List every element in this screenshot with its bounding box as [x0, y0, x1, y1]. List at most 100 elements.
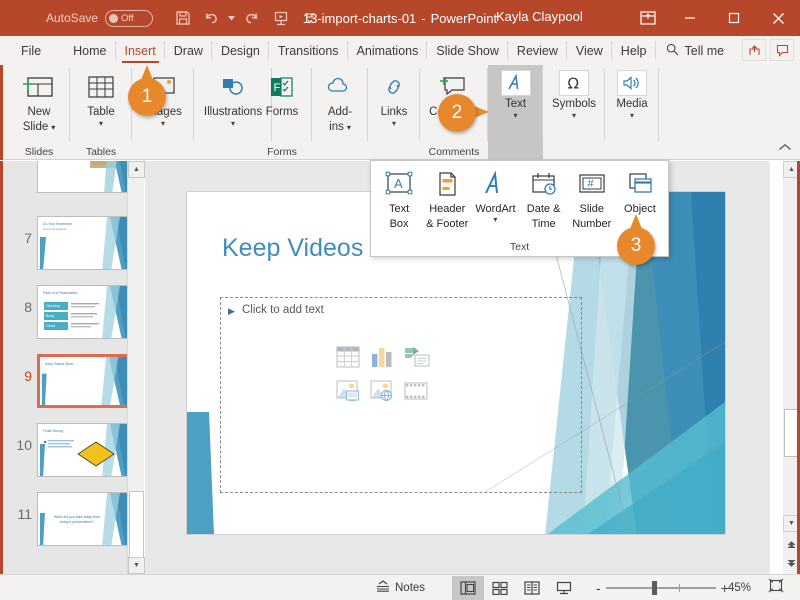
thumbnail-number: 7	[24, 230, 32, 246]
text-wordart-icon	[500, 70, 531, 96]
zoom-out-button[interactable]: -	[596, 580, 601, 596]
notes-label: Notes	[395, 581, 426, 594]
header-footer-menu-item[interactable]: Header & Footer	[423, 167, 471, 231]
chevron-down-icon[interactable]: ▾	[513, 112, 517, 120]
insert-table-icon[interactable]	[336, 346, 360, 373]
close-button[interactable]	[756, 0, 800, 36]
addins-button[interactable]: Add- ins ▾	[312, 65, 368, 134]
svg-text:#: #	[587, 178, 594, 190]
notes-button[interactable]: Notes	[376, 580, 425, 595]
share-icon[interactable]	[742, 39, 766, 61]
callout-badge-2: 2	[438, 94, 489, 132]
notes-icon	[376, 580, 390, 595]
tab-transitions[interactable]: Transitions	[269, 36, 348, 65]
chevron-down-icon[interactable]: ▾	[51, 121, 55, 134]
list-item[interactable]: 9 Keep Videos Short	[3, 354, 144, 408]
ribbon-button-label: Forms	[265, 106, 299, 118]
insert-online-picture-icon[interactable]	[370, 380, 394, 407]
save-icon[interactable]	[169, 5, 196, 31]
zoom-midpoint-tick	[678, 583, 680, 592]
tab-label: Insert	[124, 43, 156, 58]
tab-file[interactable]: File	[12, 36, 50, 65]
slide-show-button[interactable]	[548, 576, 580, 600]
text-box-menu-item[interactable]: A Text Box	[375, 167, 423, 231]
zoom-percent-label[interactable]: 45%	[728, 582, 751, 594]
zoom-slider[interactable]: - +	[596, 580, 729, 596]
list-item[interactable]: 8 Parts of a Presentation Opening Body C…	[3, 285, 144, 339]
chevron-down-icon[interactable]: ▾	[231, 120, 235, 128]
slide-sorter-view-button[interactable]	[484, 576, 516, 600]
zoom-track[interactable]	[605, 580, 716, 595]
insert-smartart-icon[interactable]	[404, 346, 430, 373]
chevron-down-icon[interactable]: ▾	[161, 120, 165, 128]
undo-icon[interactable]	[198, 5, 225, 31]
tab-design[interactable]: Design	[212, 36, 269, 65]
insert-chart-icon[interactable]	[370, 346, 394, 373]
tab-draw[interactable]: Draw	[165, 36, 213, 65]
thumbnail-number: 8	[24, 299, 32, 315]
tab-slide-show[interactable]: Slide Show	[427, 36, 508, 65]
bullet-icon: ▶	[228, 306, 235, 316]
links-button[interactable]: Links ▾	[368, 65, 420, 128]
list-item[interactable]: 10 Finish Strong	[3, 423, 144, 477]
scroll-up-icon[interactable]: ▲	[128, 161, 145, 178]
maximize-button[interactable]	[712, 0, 756, 36]
user-name[interactable]: Kayla Claypool	[496, 9, 583, 24]
tab-view[interactable]: View	[567, 36, 612, 65]
chevron-down-icon[interactable]: ▾	[347, 121, 351, 134]
tab-animations[interactable]: Animations	[348, 36, 428, 65]
tab-review[interactable]: Review	[508, 36, 567, 65]
text-button[interactable]: Text ▾	[488, 65, 543, 160]
thumbnail-scrollbar[interactable]: ▲ ▼	[127, 161, 145, 600]
list-item[interactable]: 11 What did you take away from today's p…	[3, 492, 144, 546]
chevron-down-icon[interactable]: ▾	[99, 120, 103, 128]
tell-me-box[interactable]: Tell me	[656, 43, 735, 59]
minimize-button[interactable]	[668, 0, 712, 36]
ribbon-button-label: Table	[87, 106, 115, 118]
forms-button[interactable]: F Forms	[252, 65, 312, 119]
tab-insert[interactable]: Insert	[116, 36, 166, 65]
comment-icon[interactable]	[770, 39, 794, 61]
slide-thumbnail-pane[interactable]: 6 7	[3, 161, 144, 574]
menu-item-label: Date &	[526, 203, 561, 215]
chevron-down-icon[interactable]: ▾	[630, 112, 634, 120]
symbols-button[interactable]: Ω Symbols ▾	[543, 65, 605, 120]
tab-help[interactable]: Help	[612, 36, 656, 65]
fit-slide-to-window-icon[interactable]	[768, 578, 784, 598]
reading-view-button[interactable]	[516, 576, 548, 600]
chevron-down-icon[interactable]: ▾	[493, 216, 497, 224]
tab-label: Review	[516, 43, 558, 58]
list-item[interactable]: 7 Do Your Homework Know your audience	[3, 216, 144, 270]
content-placeholder[interactable]: ▶ Click to add text	[220, 297, 582, 493]
normal-view-button[interactable]	[452, 575, 484, 600]
undo-dropdown-caret-icon[interactable]	[227, 5, 236, 31]
zoom-handle[interactable]	[651, 580, 657, 595]
autosave-toggle[interactable]: Off	[105, 9, 154, 27]
chevron-down-icon[interactable]: ▾	[392, 120, 396, 128]
insert-picture-icon[interactable]	[336, 380, 360, 407]
thumbnail-image: What did you take away from today's pres…	[37, 492, 130, 546]
table-button[interactable]: Table ▾	[70, 65, 132, 128]
view-buttons	[452, 575, 580, 600]
insert-video-icon[interactable]	[404, 380, 428, 407]
chevron-down-icon[interactable]: ▾	[572, 112, 576, 120]
tab-home[interactable]: Home	[64, 36, 116, 65]
slide-number-menu-item[interactable]: # Slide Number	[568, 167, 616, 231]
ribbon-display-options-icon[interactable]	[628, 0, 668, 36]
group-label-tables: Tables	[85, 146, 117, 158]
ribbon-group-media: Media ▾	[605, 65, 659, 160]
start-presentation-icon[interactable]	[267, 5, 294, 31]
ribbon-button-label: Add-	[327, 106, 353, 118]
date-time-menu-item[interactable]: Date & Time	[520, 167, 568, 231]
new-slide-button[interactable]: New Slide ▾	[8, 65, 70, 134]
wordart-menu-item[interactable]: WordArt ▾	[471, 167, 519, 231]
scroll-down-icon[interactable]: ▼	[128, 557, 145, 574]
media-button[interactable]: Media ▾	[605, 65, 659, 120]
redo-icon[interactable]	[238, 5, 265, 31]
ribbon-button-label: Text	[504, 98, 527, 110]
collapse-ribbon-icon[interactable]	[778, 143, 792, 155]
ribbon-button-label: Links	[380, 106, 408, 118]
links-icon	[375, 70, 413, 104]
menu-item-label: Text	[388, 203, 410, 215]
list-item[interactable]: 6	[3, 161, 144, 193]
